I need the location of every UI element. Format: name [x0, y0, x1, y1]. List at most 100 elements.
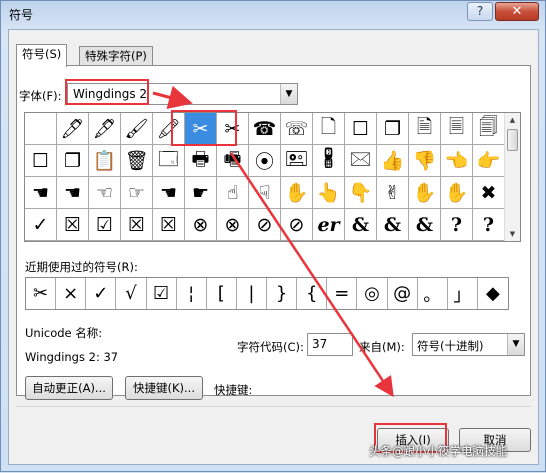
- symbol-cell[interactable]: ✖: [473, 177, 505, 209]
- symbol-cell[interactable]: 👇: [345, 177, 377, 209]
- from-select-value: 符号(十进制): [417, 339, 484, 353]
- symbol-cell[interactable]: ✋: [409, 177, 441, 209]
- help-button[interactable]: ?: [467, 2, 493, 21]
- recent-symbol-cell[interactable]: |: [237, 278, 267, 309]
- symbol-cell[interactable]: &: [377, 209, 409, 241]
- symbol-cell[interactable]: ☟: [249, 177, 281, 209]
- symbol-cell[interactable]: ☏: [281, 113, 313, 145]
- symbol-cell[interactable]: ✌: [377, 177, 409, 209]
- symbol-cell[interactable]: 🖌: [121, 113, 153, 145]
- symbol-cell[interactable]: 👈: [441, 145, 473, 177]
- recent-symbol-cell[interactable]: {: [297, 278, 328, 309]
- symbol-cell[interactable]: ☒: [57, 209, 89, 241]
- symbol-cell[interactable]: ❐: [377, 113, 409, 145]
- close-button[interactable]: ✕: [495, 2, 539, 21]
- symbol-cell[interactable]: ⊘: [249, 209, 281, 241]
- symbol-cell[interactable]: 📋: [89, 145, 121, 177]
- recent-symbol-cell[interactable]: ×: [56, 278, 87, 309]
- symbol-cell[interactable]: ⊗: [217, 209, 249, 241]
- symbol-cell[interactable]: 🗑: [121, 145, 153, 177]
- symbol-cell[interactable]: ☎: [249, 113, 281, 145]
- symbol-cell[interactable]: 🖁: [313, 145, 345, 177]
- scroll-thumb[interactable]: [507, 129, 518, 151]
- symbol-cell[interactable]: &: [409, 209, 441, 241]
- recent-symbol-cell[interactable]: ✂: [26, 278, 57, 309]
- from-select[interactable]: 符号(十进制) ▼: [412, 333, 525, 356]
- window-title: 符号: [9, 8, 34, 22]
- symbol-cell[interactable]: ☐: [25, 145, 57, 177]
- title-bar: 符号 ? ✕: [1, 1, 545, 29]
- symbol-cell[interactable]: 🗎: [409, 113, 441, 145]
- symbol-cell[interactable]: ☚: [25, 177, 57, 209]
- chevron-down-icon[interactable]: ▼: [280, 84, 297, 104]
- symbol-cell[interactable]: 🖋: [89, 113, 121, 145]
- font-label: 字体(F):: [19, 89, 62, 103]
- symbol-cell[interactable]: ☑: [89, 209, 121, 241]
- symbol-cell[interactable]: 🗏: [441, 113, 473, 145]
- chevron-down-icon[interactable]: ▼: [507, 334, 524, 355]
- tab-special-characters[interactable]: 特殊字符(P): [79, 46, 153, 66]
- symbol-cell[interactable]: ⊘: [281, 209, 313, 241]
- symbol-cell[interactable]: ☞: [121, 177, 153, 209]
- dialog-body: 符号(S) 特殊字符(P) 字体(F): Wingdings 2 ▼ 🖊 🖋 🖌 🖍 ✂…: [8, 29, 539, 465]
- symbol-cell[interactable]: ❐: [57, 145, 89, 177]
- symbol-cell[interactable]: 👎: [409, 145, 441, 177]
- recent-symbol-cell[interactable]: ◎: [357, 278, 388, 309]
- symbol-cell[interactable]: ?: [441, 209, 473, 241]
- symbol-cell[interactable]: 👉: [473, 145, 505, 177]
- symbol-cell[interactable]: 🗐: [473, 113, 505, 145]
- recent-symbol-cell[interactable]: }: [267, 278, 298, 309]
- recent-symbol-cell[interactable]: ✓: [86, 278, 117, 309]
- symbol-cell[interactable]: 🖊: [57, 113, 89, 145]
- symbol-grid: 🖊 🖋 🖌 🖍 ✂ ✂ ☎ ☏ 🗋 ☐ ❐ 🗎 🗏 🗐 ☐ ❐ 📋 🗑 🗔 🖶 🖷 ⦿ 🖭 🖁 🖂 👍 👎 👈 👉 ☚ ☚ ☜ ☞ ☚ ☛ ☝ ☟ ✋ 👆 👇…: [24, 112, 521, 242]
- recent-symbol-cell[interactable]: √: [116, 278, 147, 309]
- symbol-cell[interactable]: er: [313, 209, 345, 241]
- symbol-cell[interactable]: ⦿: [249, 145, 281, 177]
- symbol-cell[interactable]: ☐: [345, 113, 377, 145]
- symbol-cell[interactable]: [25, 113, 57, 145]
- symbol-cell[interactable]: ?: [473, 209, 505, 241]
- recent-symbol-cell[interactable]: 。: [418, 278, 448, 309]
- symbol-cell[interactable]: ☚: [57, 177, 89, 209]
- shortcut-label: 快捷键:: [214, 383, 253, 397]
- symbol-cell[interactable]: 🖍: [153, 113, 185, 145]
- symbol-cell[interactable]: 🖭: [281, 145, 313, 177]
- recent-symbol-cell[interactable]: ☑: [147, 278, 177, 309]
- tab-symbols[interactable]: 符号(S): [16, 44, 68, 67]
- symbol-cell[interactable]: ☒: [121, 209, 153, 241]
- symbol-cell[interactable]: 🖶: [185, 145, 217, 177]
- recent-symbol-cell[interactable]: 」: [448, 278, 478, 309]
- char-code-input[interactable]: 37: [307, 333, 353, 356]
- symbol-cell[interactable]: 👆: [313, 177, 345, 209]
- recent-symbol-cell[interactable]: ◆: [478, 278, 508, 309]
- scroll-down-icon[interactable]: ▼: [505, 227, 520, 241]
- recent-symbol-cell[interactable]: @: [388, 278, 418, 309]
- symbol-cell[interactable]: 🖷: [217, 145, 249, 177]
- symbol-cell[interactable]: ☛: [185, 177, 217, 209]
- symbol-cell[interactable]: ✋: [281, 177, 313, 209]
- symbol-cell[interactable]: 🖂: [345, 145, 377, 177]
- symbol-grid-scrollbar[interactable]: ▲ ▼: [504, 113, 520, 241]
- symbol-cell[interactable]: ⊗: [185, 209, 217, 241]
- symbol-cell[interactable]: 🗔: [153, 145, 185, 177]
- symbol-cell[interactable]: ✓: [25, 209, 57, 241]
- symbol-cell[interactable]: ✋: [441, 177, 473, 209]
- symbol-cell[interactable]: ✂: [217, 113, 249, 145]
- autocorrect-button[interactable]: 自动更正(A)...: [25, 376, 113, 400]
- symbol-cell[interactable]: ☒: [153, 209, 185, 241]
- symbol-cell[interactable]: 🗋: [313, 113, 345, 145]
- font-select[interactable]: Wingdings 2 ▼: [67, 83, 298, 105]
- symbol-cell[interactable]: ☜: [89, 177, 121, 209]
- recent-symbol-cell[interactable]: ¦: [177, 278, 207, 309]
- symbol-cell[interactable]: ☝: [217, 177, 249, 209]
- recent-symbol-cell[interactable]: [: [207, 278, 237, 309]
- symbol-cell[interactable]: &: [345, 209, 377, 241]
- shortcut-key-button[interactable]: 快捷键(K)...: [125, 376, 203, 400]
- recent-symbol-cell[interactable]: =: [327, 278, 358, 309]
- scroll-up-icon[interactable]: ▲: [505, 113, 520, 127]
- symbol-cell[interactable]: ☚: [153, 177, 185, 209]
- symbol-cell[interactable]: 👍: [377, 145, 409, 177]
- symbol-cell[interactable]: ✂: [185, 113, 217, 145]
- char-code-label: 字符代码(C):: [237, 340, 304, 354]
- font-select-value: Wingdings 2: [73, 87, 148, 101]
